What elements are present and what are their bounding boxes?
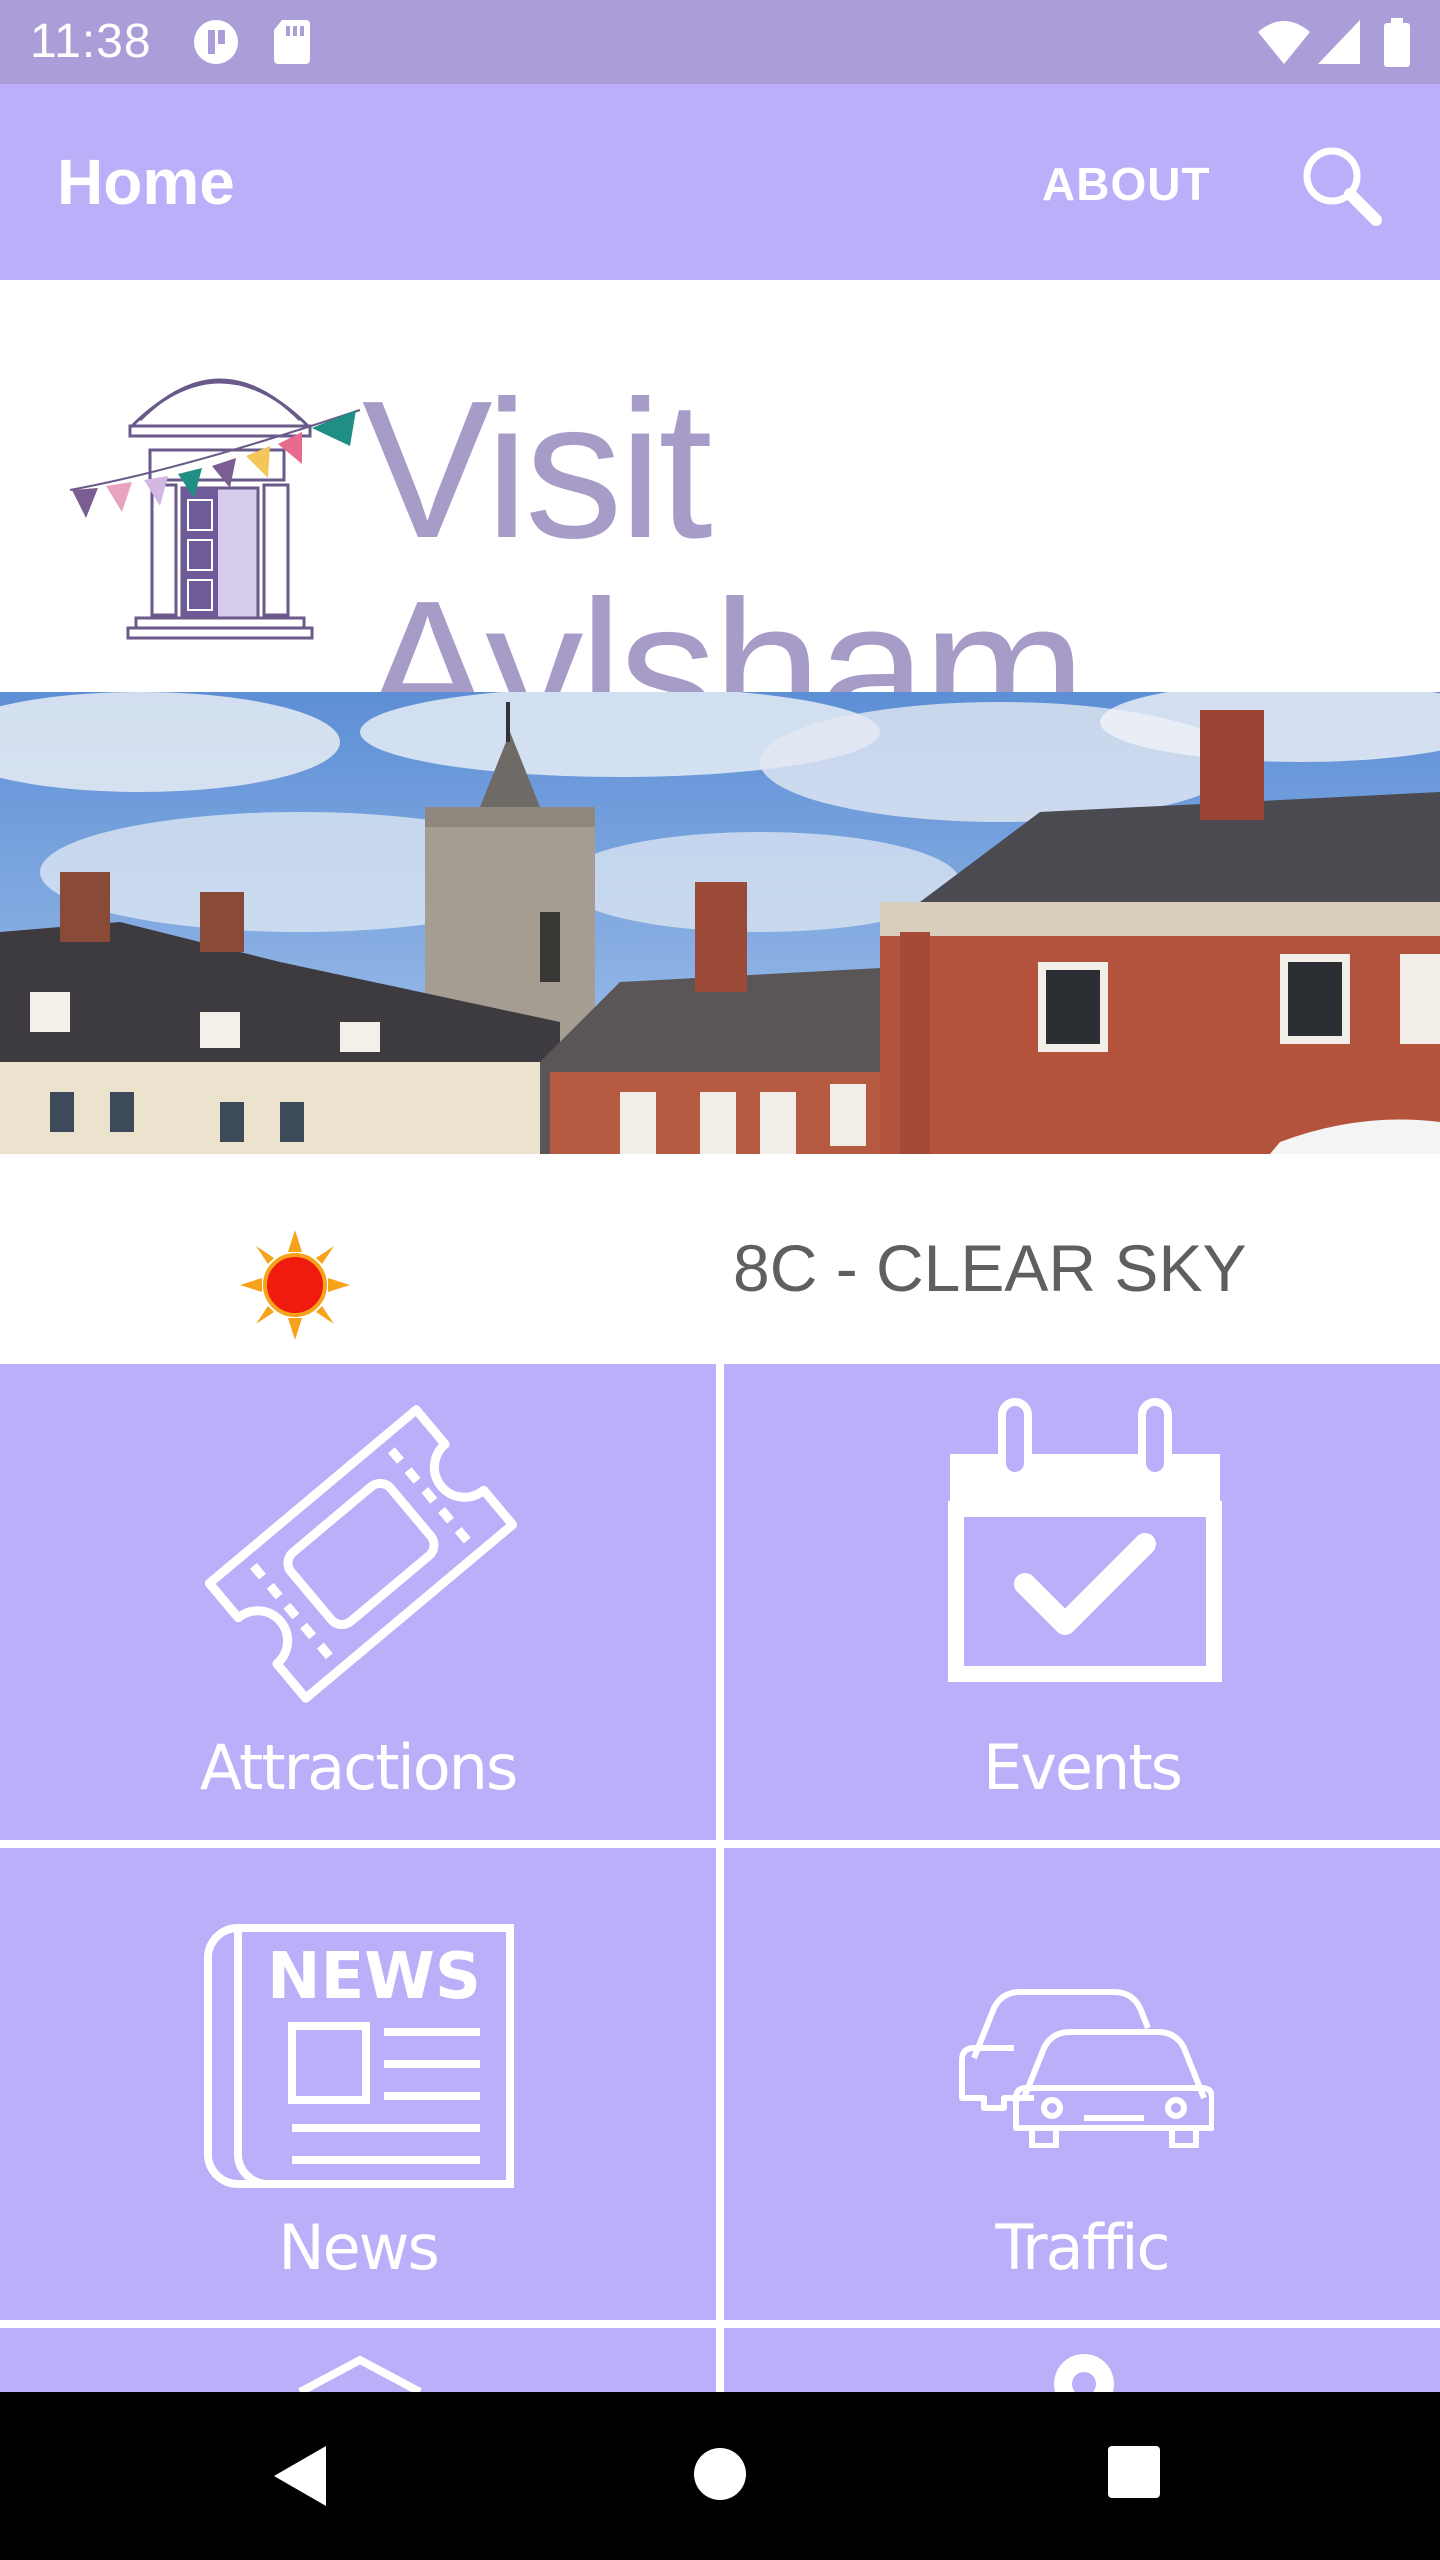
wifi-icon [1258, 21, 1310, 64]
ticket-icon [204, 1405, 518, 1703]
weather-strip: 8C - CLEAR SKY [0, 1154, 1440, 1364]
search-icon[interactable] [1296, 140, 1386, 230]
svg-text:NEWS: NEWS [267, 1940, 481, 2014]
cell-signal-icon [1318, 20, 1360, 64]
about-button[interactable]: ABOUT [1042, 156, 1211, 212]
recents-icon[interactable] [1106, 2444, 1162, 2500]
tile-events[interactable]: Events [724, 1364, 1440, 1840]
home-icon[interactable] [690, 2444, 750, 2504]
sun-icon [240, 1230, 350, 1340]
app-bar: Home ABOUT [0, 84, 1440, 280]
tile-traffic[interactable]: Traffic [724, 1848, 1440, 2320]
tile-label-traffic: Traffic [995, 2211, 1170, 2284]
nav-bar [0, 2392, 1440, 2560]
newspaper-icon: NEWS [204, 1924, 514, 2188]
menu-grid: Attractions Events NEWS News Traffic [0, 1364, 1440, 2392]
house-icon [298, 2355, 422, 2392]
hero-photo [0, 692, 1440, 1154]
battery-icon [1384, 18, 1410, 67]
tile-label-news: News [278, 2211, 440, 2284]
data-saver-icon [194, 20, 238, 64]
tile-partial-left[interactable] [0, 2328, 716, 2392]
sd-card-icon [274, 20, 310, 64]
cars-icon [959, 1989, 1214, 2148]
tile-news[interactable]: NEWS News [0, 1848, 716, 2320]
tile-attractions[interactable]: Attractions [0, 1364, 716, 1840]
door-bunting-icon [69, 378, 361, 640]
weather-text: 8C - CLEAR SKY [733, 1231, 1247, 1305]
tile-partial-right[interactable] [724, 2328, 1440, 2392]
logo-banner: Visit Aylsham [0, 280, 1440, 770]
screen: 11:38 Home ABOUT Visit Aylsham 8C - CLEA… [0, 0, 1440, 2560]
status-time: 11:38 [30, 15, 152, 68]
calendar-check-icon [948, 1398, 1222, 1682]
tile-label-events: Events [983, 1731, 1183, 1804]
map-pin-icon [1054, 2354, 1114, 2392]
tile-label-attractions: Attractions [199, 1731, 519, 1804]
page-title: Home [57, 146, 235, 218]
back-icon[interactable] [270, 2444, 330, 2508]
status-bar: 11:38 [0, 0, 1440, 84]
